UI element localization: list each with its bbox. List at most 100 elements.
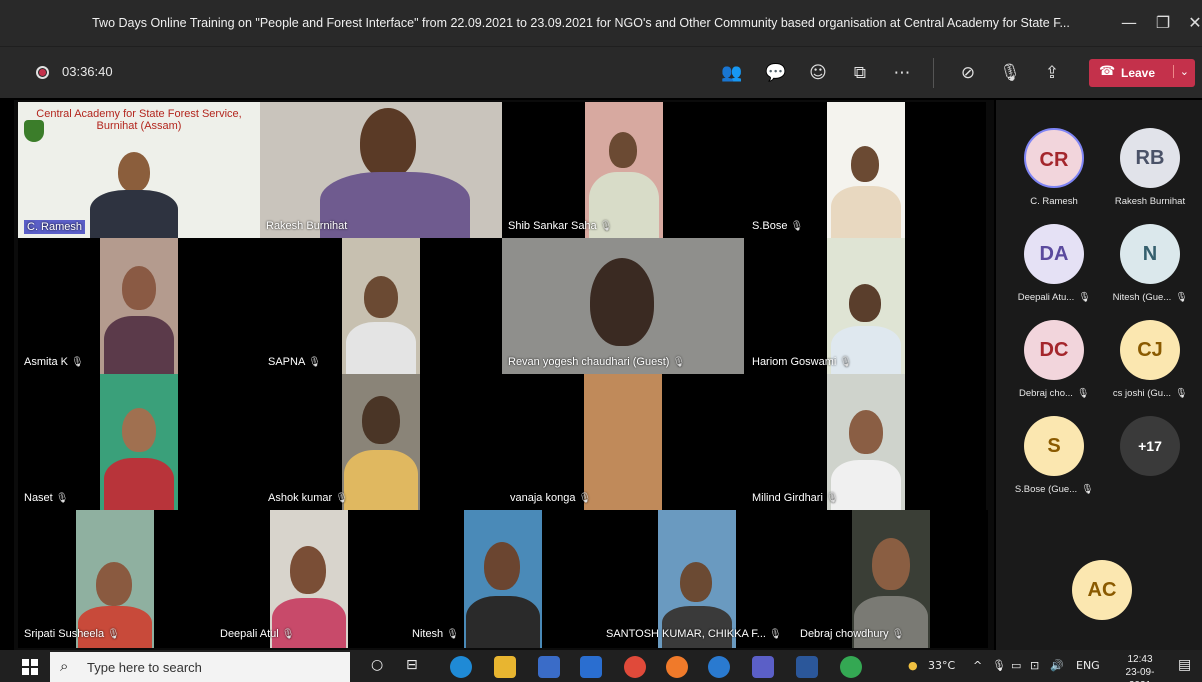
task-view-icon[interactable]: ⊟ xyxy=(406,657,418,673)
camera-off-icon[interactable]: ⊘ xyxy=(954,60,982,86)
avatar-label: Rakesh Burnihat xyxy=(1114,196,1186,207)
minimize-icon[interactable]: — xyxy=(1117,12,1141,34)
participant-video xyxy=(827,238,905,374)
tray-battery-icon[interactable]: ▭ xyxy=(1011,659,1021,672)
leave-button[interactable]: ☎ Leave ⌄ xyxy=(1089,59,1195,87)
mic-off-icon: 🎙 xyxy=(281,629,295,640)
avatar-label: cs joshi (Gu... 🎙 xyxy=(1112,388,1188,399)
phone-icon: ☎ xyxy=(1099,64,1116,79)
avatar[interactable]: RB xyxy=(1120,128,1180,188)
language-indicator[interactable]: ENG xyxy=(1076,659,1100,672)
participant-video xyxy=(827,102,905,238)
chat-icon[interactable]: 💬 xyxy=(762,60,790,86)
rooms-icon[interactable]: ⧉ xyxy=(846,60,874,86)
video-tile[interactable]: vanaja konga 🎙 xyxy=(502,374,744,510)
chrome-icon[interactable] xyxy=(624,656,646,678)
chevron-down-icon[interactable]: ⌄ xyxy=(1172,65,1189,78)
tile-name: Hariom Goswami 🎙 xyxy=(752,356,853,368)
share-icon[interactable]: ⇪ xyxy=(1038,60,1066,86)
participant-video xyxy=(118,152,150,192)
participant-video xyxy=(342,374,420,510)
avatar[interactable]: CR xyxy=(1024,128,1084,188)
participants-icon[interactable]: 👥 xyxy=(718,60,746,86)
leave-label: Leave xyxy=(1121,66,1156,80)
windows-taskbar: ⌕ Type here to search ○ ⊟ ● 33°C ^ 🎙 ▭ ⊡… xyxy=(0,650,1202,682)
window-title-bar: Two Days Online Training on "People and … xyxy=(0,0,1202,46)
temperature[interactable]: 33°C xyxy=(928,659,955,672)
tray-mic-icon[interactable]: 🎙 xyxy=(992,659,1006,672)
video-tile[interactable]: Nitesh 🎙 xyxy=(406,510,600,648)
reactions-icon[interactable]: ☺ xyxy=(804,60,832,86)
video-tile[interactable]: Deepali Atul 🎙 xyxy=(212,510,406,648)
video-tile[interactable]: Naset 🎙 xyxy=(18,374,260,510)
volume-icon[interactable]: 🔊 xyxy=(1050,659,1064,672)
video-tile[interactable]: Central Academy for State Forest Service… xyxy=(18,102,260,238)
clock-time: 12:43 xyxy=(1127,654,1153,665)
more-participants-button[interactable]: +17 xyxy=(1120,416,1180,476)
avatar[interactable]: DC xyxy=(1024,320,1084,380)
toolbar-divider xyxy=(933,58,934,88)
avatar-label: Nitesh (Gue... 🎙 xyxy=(1112,292,1188,303)
mic-off-icon[interactable]: 🎙 xyxy=(996,60,1024,86)
video-tile[interactable]: Revan yogesh chaudhari (Guest) 🎙 xyxy=(502,238,744,374)
participant-roster: CR C. Ramesh RB Rakesh Burnihat DA Deepa… xyxy=(996,100,1202,650)
mail-icon[interactable] xyxy=(580,656,602,678)
tile-name: Asmita K 🎙 xyxy=(24,356,84,368)
mic-off-icon: 🎙 xyxy=(891,629,905,640)
chrome-profile-icon[interactable] xyxy=(840,656,862,678)
video-tile[interactable]: Hariom Goswami 🎙 xyxy=(744,238,986,374)
weather-icon[interactable]: ● xyxy=(908,659,918,672)
taskbar-search[interactable]: ⌕ Type here to search xyxy=(50,652,350,682)
participant-video xyxy=(100,238,178,374)
video-tile[interactable]: Rakesh Burnihat xyxy=(260,102,502,238)
tile-name: SANTOSH KUMAR, CHIKKA F... 🎙 xyxy=(606,628,782,640)
window-title: Two Days Online Training on "People and … xyxy=(92,16,1070,30)
avatar[interactable]: DA xyxy=(1024,224,1084,284)
mic-off-icon: 🎙 xyxy=(308,357,321,368)
video-tile[interactable]: S.Bose 🎙 xyxy=(744,102,986,238)
video-tile[interactable]: Milind Girdhari 🎙 xyxy=(744,374,986,510)
firefox-icon[interactable] xyxy=(666,656,688,678)
search-icon: ⌕ xyxy=(60,657,69,675)
network-icon[interactable]: ⊡ xyxy=(1030,659,1039,672)
video-tile[interactable]: Sripati Susheela 🎙 xyxy=(18,510,212,648)
file-explorer-icon[interactable] xyxy=(494,656,516,678)
participant-video xyxy=(585,102,663,238)
windows-start-icon[interactable] xyxy=(22,659,38,675)
cortana-icon[interactable]: ○ xyxy=(371,657,383,673)
teams-icon[interactable] xyxy=(752,656,774,678)
org-banner: Central Academy for State Forest Service… xyxy=(24,108,254,132)
avatar-label: S.Bose (Gue... 🎙 xyxy=(1014,484,1094,495)
avatar[interactable]: CJ xyxy=(1120,320,1180,380)
mic-off-icon: 🎙 xyxy=(107,629,120,640)
taskbar-clock[interactable]: 12:43 23-09-2021 xyxy=(1115,653,1165,682)
mic-off-icon: 🎙 xyxy=(599,221,613,232)
avatar-label: Debraj cho... 🎙 xyxy=(1019,388,1089,399)
video-tile[interactable]: Asmita K 🎙 xyxy=(18,238,260,374)
org-banner-line2: Burnihat (Assam) xyxy=(96,120,182,132)
self-avatar[interactable]: AC xyxy=(1072,560,1132,620)
maximize-icon[interactable]: ❐ xyxy=(1151,12,1175,34)
recording-icon xyxy=(36,66,49,79)
internet-explorer-icon[interactable] xyxy=(708,656,730,678)
video-tile[interactable]: SAPNA 🎙 xyxy=(260,238,502,374)
mic-off-icon: 🎙 xyxy=(825,493,839,504)
video-tile[interactable]: Shib Sankar Saha 🎙 xyxy=(502,102,744,238)
tile-name: vanaja konga 🎙 xyxy=(510,492,592,504)
video-tile[interactable]: Ashok kumar 🎙 xyxy=(260,374,502,510)
participant-video xyxy=(827,374,905,510)
avatar[interactable]: N xyxy=(1120,224,1180,284)
edge-icon[interactable] xyxy=(450,656,472,678)
video-tile[interactable]: Debraj chowdhury 🎙 xyxy=(794,510,988,648)
avatar[interactable]: S xyxy=(1024,416,1084,476)
word-icon[interactable] xyxy=(796,656,818,678)
mic-off-icon: 🎙 xyxy=(839,357,853,368)
store-icon[interactable] xyxy=(538,656,560,678)
close-icon[interactable]: ✕ xyxy=(1183,12,1202,34)
tray-chevron-icon[interactable]: ^ xyxy=(973,659,982,672)
tile-name: Revan yogesh chaudhari (Guest) 🎙 xyxy=(508,356,686,368)
participant-video xyxy=(584,374,662,510)
notifications-icon[interactable]: ▤ xyxy=(1178,657,1191,673)
video-tile[interactable]: SANTOSH KUMAR, CHIKKA F... 🎙 xyxy=(600,510,794,648)
more-icon[interactable]: ⋯ xyxy=(888,60,916,86)
